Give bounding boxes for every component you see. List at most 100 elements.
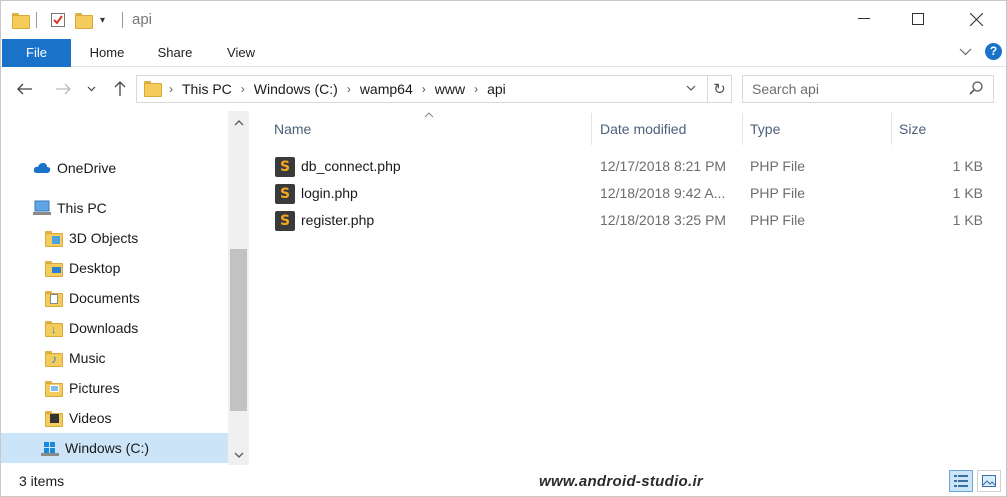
sidebar-item-label: Downloads bbox=[69, 320, 139, 336]
sidebar-item-label: 3D Objects bbox=[69, 230, 139, 246]
breadcrumb-windows-c[interactable]: Windows (C:) bbox=[250, 81, 342, 97]
file-date: 12/18/2018 3:25 PM bbox=[600, 212, 727, 228]
column-header-type[interactable]: Type bbox=[743, 113, 892, 145]
expand-ribbon-chevron-icon[interactable] bbox=[959, 45, 972, 59]
breadcrumb-chevron-icon[interactable]: › bbox=[469, 82, 483, 96]
sidebar-item-3d-objects[interactable]: 3D Objects bbox=[1, 223, 228, 253]
item-count: 3 items bbox=[19, 473, 65, 489]
table-row[interactable]: Sregister.php 12/18/2018 3:25 PM PHP Fil… bbox=[249, 207, 1006, 234]
sidebar-item-desktop[interactable]: Desktop bbox=[1, 253, 228, 283]
breadcrumb-chevron-icon[interactable]: › bbox=[417, 82, 431, 96]
file-size: 1 KB bbox=[952, 212, 983, 228]
tab-home[interactable]: Home bbox=[79, 39, 135, 67]
downloads-folder-icon: ↓ bbox=[45, 320, 63, 337]
desktop-folder-icon bbox=[45, 260, 63, 277]
sidebar-item-downloads[interactable]: ↓ Downloads bbox=[1, 313, 228, 343]
breadcrumb-www[interactable]: www bbox=[431, 81, 469, 97]
sidebar-item-windows-c[interactable]: Windows (C:) bbox=[1, 433, 228, 463]
scroll-up-chevron-icon[interactable] bbox=[228, 113, 249, 133]
file-name: register.php bbox=[301, 212, 375, 228]
onedrive-icon bbox=[33, 160, 51, 176]
navigation-pane: OneDrive This PC 3D Objects Desktop Docu… bbox=[1, 111, 249, 465]
sidebar-item-this-pc[interactable]: This PC bbox=[1, 193, 228, 223]
sidebar-item-label: Videos bbox=[69, 410, 112, 426]
file-date: 12/18/2018 9:42 A... bbox=[600, 185, 726, 201]
sidebar-item-videos[interactable]: Videos bbox=[1, 403, 228, 433]
table-row[interactable]: Slogin.php 12/18/2018 9:42 A... PHP File… bbox=[249, 180, 1006, 207]
maximize-icon[interactable] bbox=[895, 1, 941, 37]
scrollbar-thumb[interactable] bbox=[230, 249, 247, 411]
sidebar-item-onedrive[interactable]: OneDrive bbox=[1, 153, 228, 183]
file-type: PHP File bbox=[750, 212, 805, 228]
tab-view[interactable]: View bbox=[215, 39, 267, 67]
recent-locations-chevron-icon[interactable] bbox=[83, 77, 99, 101]
videos-folder-icon bbox=[45, 410, 63, 427]
new-folder-icon[interactable] bbox=[75, 10, 93, 30]
table-row[interactable]: Sdb_connect.php 12/17/2018 8:21 PM PHP F… bbox=[249, 153, 1006, 180]
breadcrumb-chevron-icon[interactable]: › bbox=[236, 82, 250, 96]
folder-icon bbox=[12, 10, 30, 30]
php-file-icon: S bbox=[275, 156, 295, 177]
close-icon[interactable] bbox=[953, 1, 999, 37]
details-view-icon[interactable] bbox=[949, 470, 973, 492]
file-explorer-window: ▾ api File Home Share View ? › This PC ›… bbox=[0, 0, 1007, 497]
php-file-icon: S bbox=[275, 183, 295, 204]
ribbon-tabs: File Home Share View ? bbox=[1, 39, 1006, 67]
minimize-icon[interactable] bbox=[841, 1, 887, 37]
php-file-icon: S bbox=[275, 210, 295, 231]
location-folder-icon bbox=[144, 80, 162, 98]
sidebar-item-label: This PC bbox=[57, 200, 107, 216]
address-dropdown-chevron-icon[interactable] bbox=[686, 76, 696, 94]
file-size: 1 KB bbox=[952, 185, 983, 201]
file-list: Name Date modified Type Size Sdb_connect… bbox=[249, 111, 1006, 465]
scroll-down-chevron-icon[interactable] bbox=[228, 445, 249, 465]
refresh-icon[interactable]: ↻ bbox=[708, 75, 732, 103]
file-name: db_connect.php bbox=[301, 158, 401, 174]
sidebar-item-label: Music bbox=[69, 350, 106, 366]
sidebar-item-label: Desktop bbox=[69, 260, 121, 276]
file-name: login.php bbox=[301, 185, 358, 201]
sidebar-item-music[interactable]: ♪ Music bbox=[1, 343, 228, 373]
customize-toolbar-chevron-icon[interactable]: ▾ bbox=[100, 10, 105, 30]
window-title: api bbox=[132, 11, 153, 28]
title-bar: ▾ api bbox=[1, 1, 1006, 39]
address-row: › This PC › Windows (C:) › wamp64 › www … bbox=[1, 67, 1006, 111]
sidebar-item-pictures[interactable]: Pictures bbox=[1, 373, 228, 403]
forward-arrow-icon[interactable] bbox=[51, 77, 75, 101]
music-folder-icon: ♪ bbox=[45, 350, 63, 367]
search-icon[interactable] bbox=[969, 81, 983, 98]
breadcrumb-wamp64[interactable]: wamp64 bbox=[356, 81, 417, 97]
properties-icon[interactable] bbox=[50, 10, 66, 30]
sidebar-item-label: OneDrive bbox=[57, 160, 117, 176]
file-date: 12/17/2018 8:21 PM bbox=[600, 158, 727, 174]
breadcrumb-chevron-icon[interactable]: › bbox=[164, 82, 178, 96]
file-type: PHP File bbox=[750, 185, 805, 201]
sidebar-item-label: Pictures bbox=[69, 380, 120, 396]
drive-icon bbox=[41, 440, 59, 456]
computer-icon bbox=[33, 200, 51, 216]
tab-share[interactable]: Share bbox=[147, 39, 203, 67]
navigation-scrollbar[interactable] bbox=[228, 111, 249, 465]
file-type: PHP File bbox=[750, 158, 805, 174]
sidebar-item-label: Documents bbox=[69, 290, 140, 306]
search-placeholder: Search api bbox=[752, 81, 819, 97]
tab-file[interactable]: File bbox=[2, 39, 71, 67]
up-arrow-icon[interactable] bbox=[108, 77, 132, 101]
column-header-size[interactable]: Size bbox=[892, 113, 991, 145]
breadcrumb-this-pc[interactable]: This PC bbox=[178, 81, 236, 97]
address-bar[interactable]: › This PC › Windows (C:) › wamp64 › www … bbox=[136, 75, 708, 103]
watermark: www.android-studio.ir bbox=[539, 473, 704, 490]
column-header-date-modified[interactable]: Date modified bbox=[593, 113, 743, 145]
toolbar-separator bbox=[36, 12, 37, 28]
large-icons-view-icon[interactable] bbox=[977, 470, 1001, 492]
breadcrumb-chevron-icon[interactable]: › bbox=[342, 82, 356, 96]
status-bar: 3 items www.android-studio.ir bbox=[1, 465, 1006, 496]
help-icon[interactable]: ? bbox=[985, 43, 1002, 60]
back-arrow-icon[interactable] bbox=[13, 77, 37, 101]
file-size: 1 KB bbox=[952, 158, 983, 174]
column-header-name[interactable]: Name bbox=[267, 113, 592, 145]
breadcrumb-api[interactable]: api bbox=[483, 81, 510, 97]
search-input[interactable]: Search api bbox=[742, 75, 994, 103]
sidebar-item-documents[interactable]: Documents bbox=[1, 283, 228, 313]
3d-objects-folder-icon bbox=[45, 230, 63, 247]
